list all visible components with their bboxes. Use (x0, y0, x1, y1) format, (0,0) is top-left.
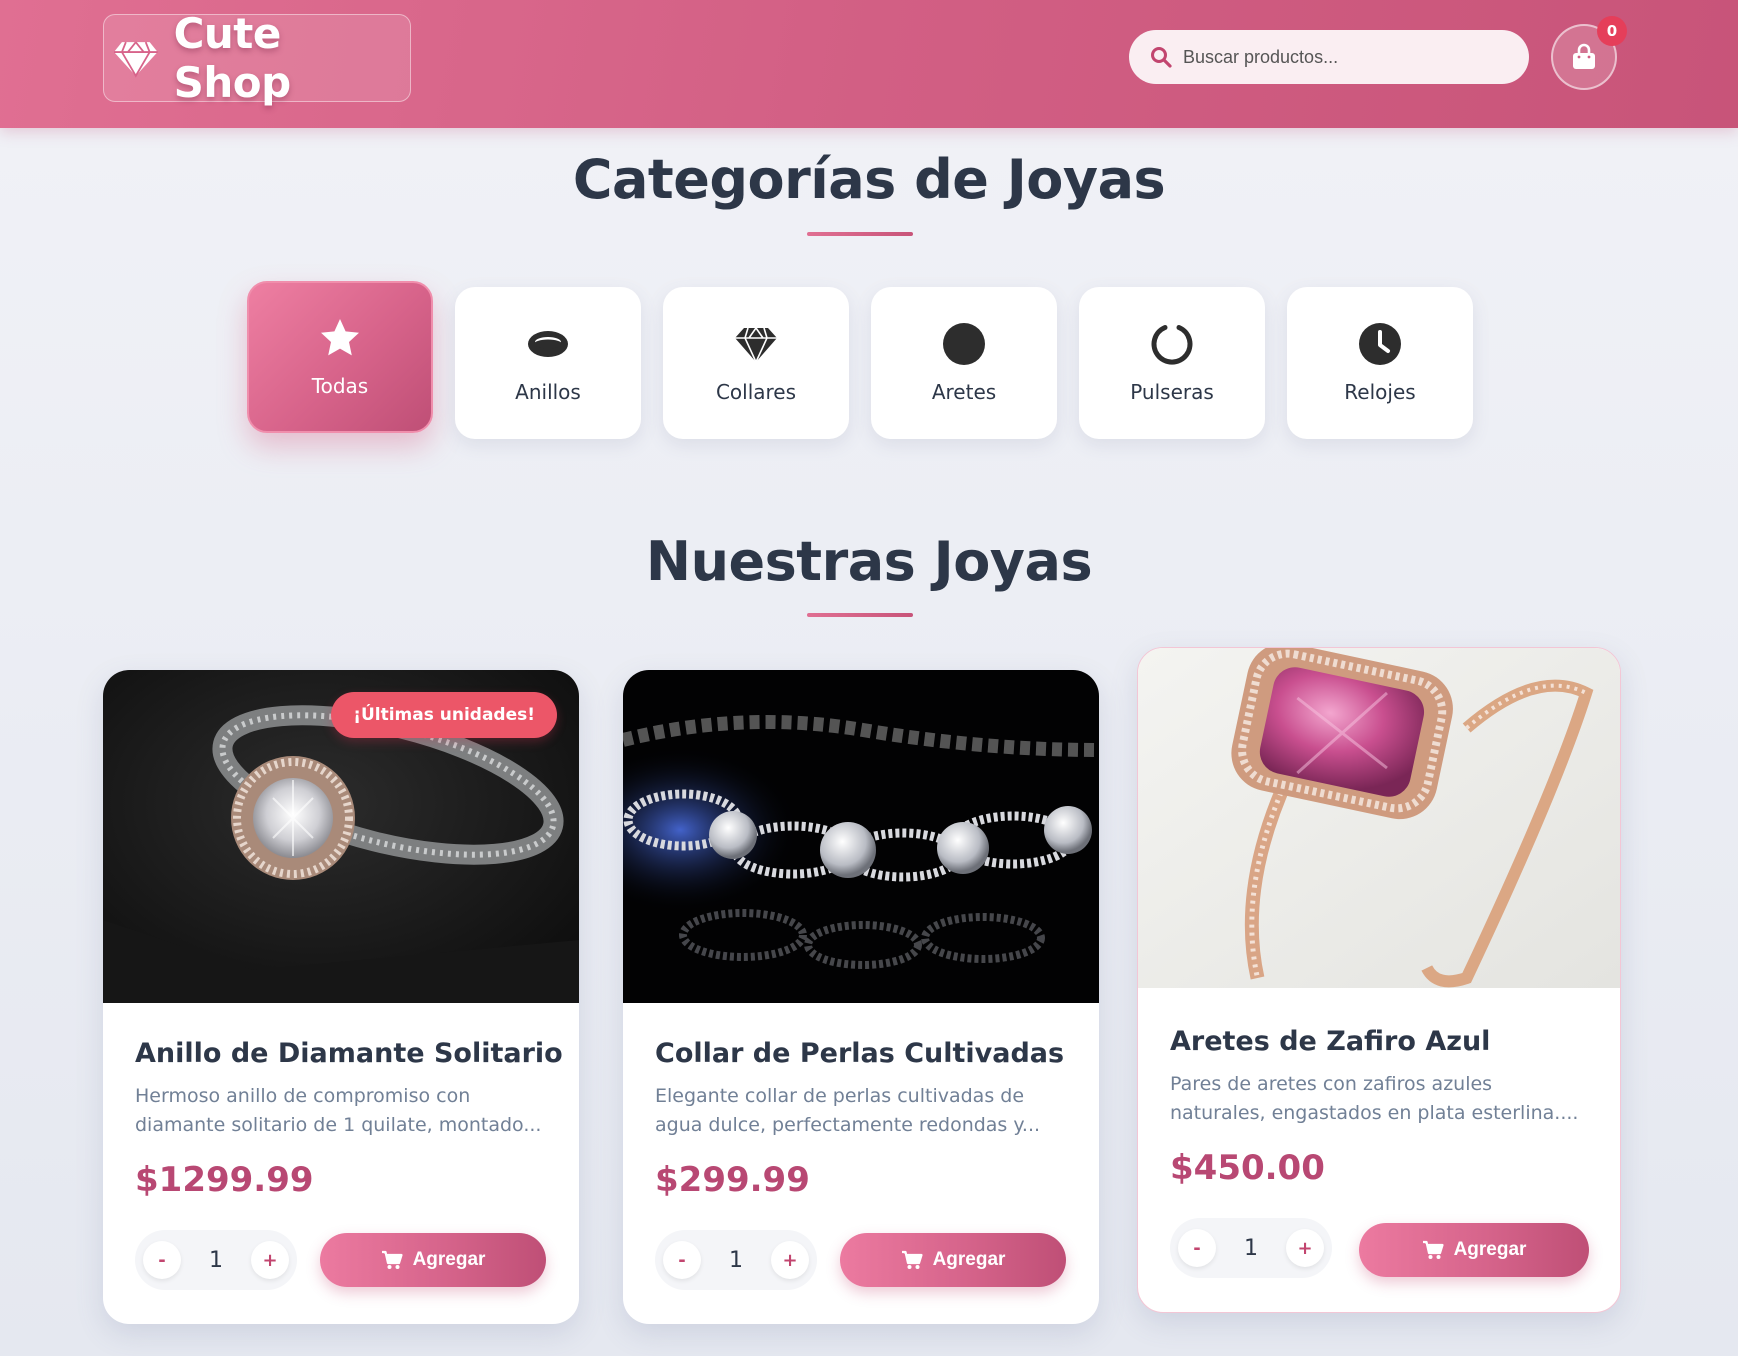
quantity-stepper: - 1 + (135, 1230, 297, 1290)
category-todas[interactable]: Todas (247, 281, 433, 433)
clock-icon (1359, 323, 1401, 365)
product-description: Elegante collar de perlas cultivadas de … (655, 1085, 1041, 1136)
product-image[interactable] (623, 670, 1099, 1003)
add-to-cart-button[interactable]: Agregar (320, 1233, 546, 1287)
gem-icon (735, 327, 777, 364)
category-label: Anillos (515, 380, 581, 404)
title-underline (807, 613, 913, 617)
category-label: Pulseras (1130, 380, 1214, 404)
search-input[interactable] (1183, 46, 1503, 68)
cart-button[interactable]: 0 (1551, 16, 1627, 90)
search-icon (1151, 47, 1172, 68)
add-button-label: Agregar (412, 1249, 486, 1270)
quantity-value: 1 (209, 1247, 223, 1273)
ring-icon (528, 331, 568, 357)
increase-button[interactable]: + (251, 1241, 289, 1279)
categories-title: Categorías de Joyas (572, 148, 1166, 211)
quantity-value: 1 (729, 1247, 743, 1273)
pink-gem-ring-photo (1138, 648, 1620, 988)
quantity-value: 1 (1244, 1235, 1258, 1261)
decrease-button[interactable]: - (663, 1241, 701, 1279)
circle-notch-icon (1151, 325, 1193, 365)
product-name[interactable]: Aretes de Zafiro Azul (1170, 1026, 1490, 1057)
product-image[interactable]: ¡Últimas unidades! (103, 670, 579, 1003)
category-label: Collares (715, 380, 797, 404)
quantity-stepper: - 1 + (1170, 1218, 1332, 1278)
add-button-label: Agregar (932, 1249, 1006, 1270)
decrease-button[interactable]: - (1178, 1229, 1216, 1267)
category-aretes[interactable]: Aretes (871, 287, 1057, 439)
category-relojes[interactable]: Relojes (1287, 287, 1473, 439)
category-label: Aretes (931, 380, 997, 404)
category-anillos[interactable]: Anillos (455, 287, 641, 439)
product-price: $299.99 (655, 1160, 810, 1200)
brand-logo[interactable]: Cute Shop (103, 9, 411, 107)
cart-count-badge: 0 (1597, 16, 1627, 46)
category-label: Todas (311, 374, 369, 398)
circle-icon (943, 323, 985, 365)
stock-badge: ¡Últimas unidades! (331, 692, 557, 738)
product-description: Pares de aretes con zafiros azules natur… (1170, 1073, 1579, 1124)
decrease-button[interactable]: - (143, 1241, 181, 1279)
product-price: $450.00 (1170, 1148, 1325, 1188)
product-card: Collar de Perlas Cultivadas Elegante col… (623, 670, 1099, 1324)
gem-logo-icon (113, 41, 158, 78)
add-to-cart-button[interactable]: Agregar (1359, 1223, 1589, 1277)
product-price: $1299.99 (135, 1160, 314, 1200)
increase-button[interactable]: + (771, 1241, 809, 1279)
shopping-bag-icon (1573, 43, 1595, 69)
quantity-stepper: - 1 + (655, 1230, 817, 1290)
category-label: Relojes (1344, 380, 1416, 404)
category-pulseras[interactable]: Pulseras (1079, 287, 1265, 439)
category-collares[interactable]: Collares (663, 287, 849, 439)
add-to-cart-button[interactable]: Agregar (840, 1233, 1066, 1287)
diamond-bracelet-photo (623, 670, 1099, 1003)
product-description: Hermoso anillo de compromiso con diamant… (135, 1085, 542, 1136)
product-image[interactable] (1138, 648, 1620, 988)
site-header: Cute Shop 0 (0, 0, 1738, 128)
add-button-label: Agregar (1453, 1239, 1527, 1260)
title-underline (807, 232, 913, 236)
increase-button[interactable]: + (1286, 1229, 1324, 1267)
products-title: Nuestras Joyas (645, 530, 1093, 593)
brand-name: Cute Shop (173, 9, 292, 107)
cart-icon (1422, 1240, 1444, 1259)
cart-icon (381, 1250, 403, 1269)
product-name[interactable]: Anillo de Diamante Solitario (135, 1038, 563, 1069)
search-bar[interactable] (1129, 30, 1529, 84)
cart-icon (901, 1250, 923, 1269)
product-card: ¡Últimas unidades! Anillo de Diamante So… (103, 670, 579, 1324)
star-icon (321, 319, 359, 356)
product-card: Aretes de Zafiro Azul Pares de aretes co… (1137, 647, 1621, 1313)
product-name[interactable]: Collar de Perlas Cultivadas (655, 1038, 1064, 1069)
